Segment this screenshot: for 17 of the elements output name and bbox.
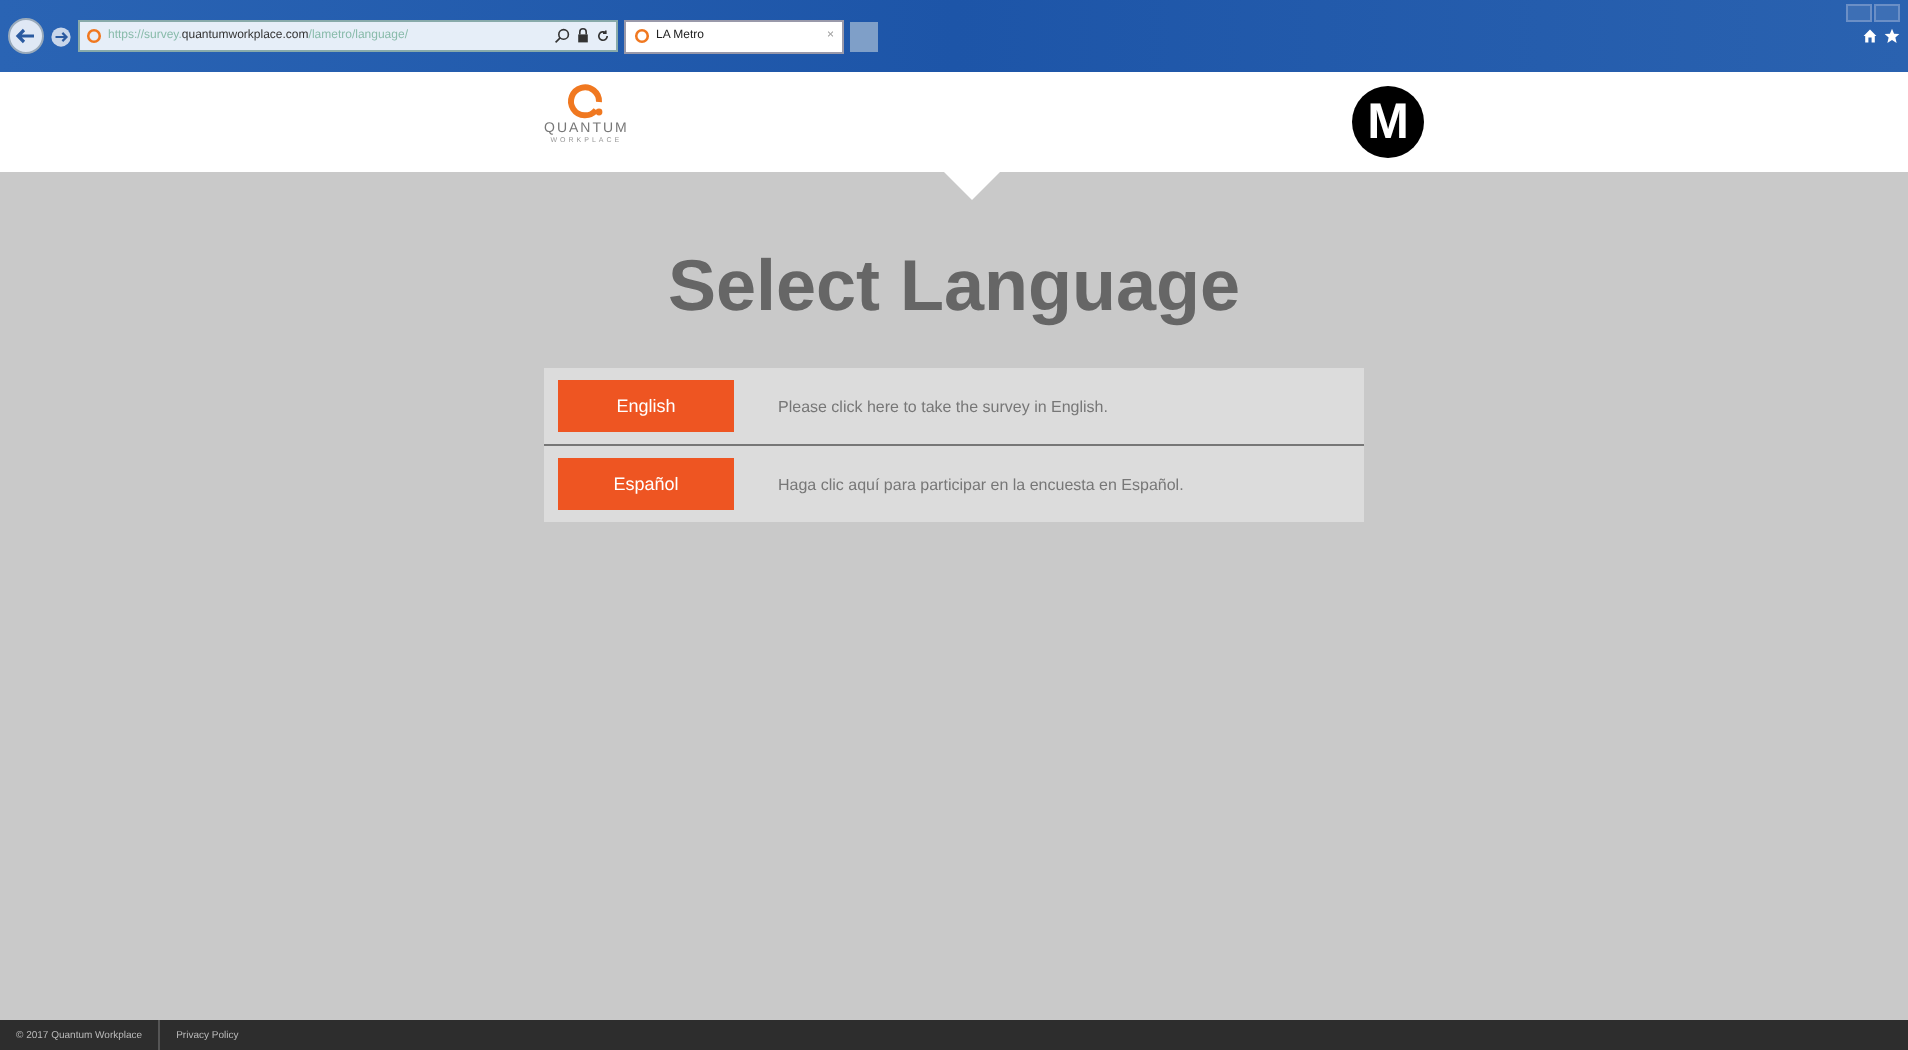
home-icon[interactable] bbox=[1862, 28, 1878, 44]
site-icon bbox=[634, 28, 650, 44]
page-title: Select Language bbox=[667, 244, 1241, 328]
language-description: Haga clic aquí para participar en la encuesta en Español. bbox=[778, 475, 1184, 493]
star-icon[interactable] bbox=[1884, 28, 1900, 44]
back-icon[interactable] bbox=[8, 18, 44, 54]
lock-icon bbox=[576, 28, 590, 44]
refresh-icon[interactable] bbox=[596, 28, 610, 44]
search-icon[interactable] bbox=[554, 28, 570, 44]
site-icon bbox=[86, 28, 102, 44]
language-description: Please click here to take the survey in English. bbox=[778, 397, 1108, 415]
language-button[interactable]: English bbox=[558, 380, 734, 432]
new-tab-button[interactable] bbox=[850, 21, 878, 51]
forward-icon[interactable] bbox=[50, 25, 72, 47]
language-button[interactable]: Español bbox=[558, 458, 734, 510]
logo-icon bbox=[566, 80, 607, 120]
partner-logo: M bbox=[1352, 86, 1424, 158]
